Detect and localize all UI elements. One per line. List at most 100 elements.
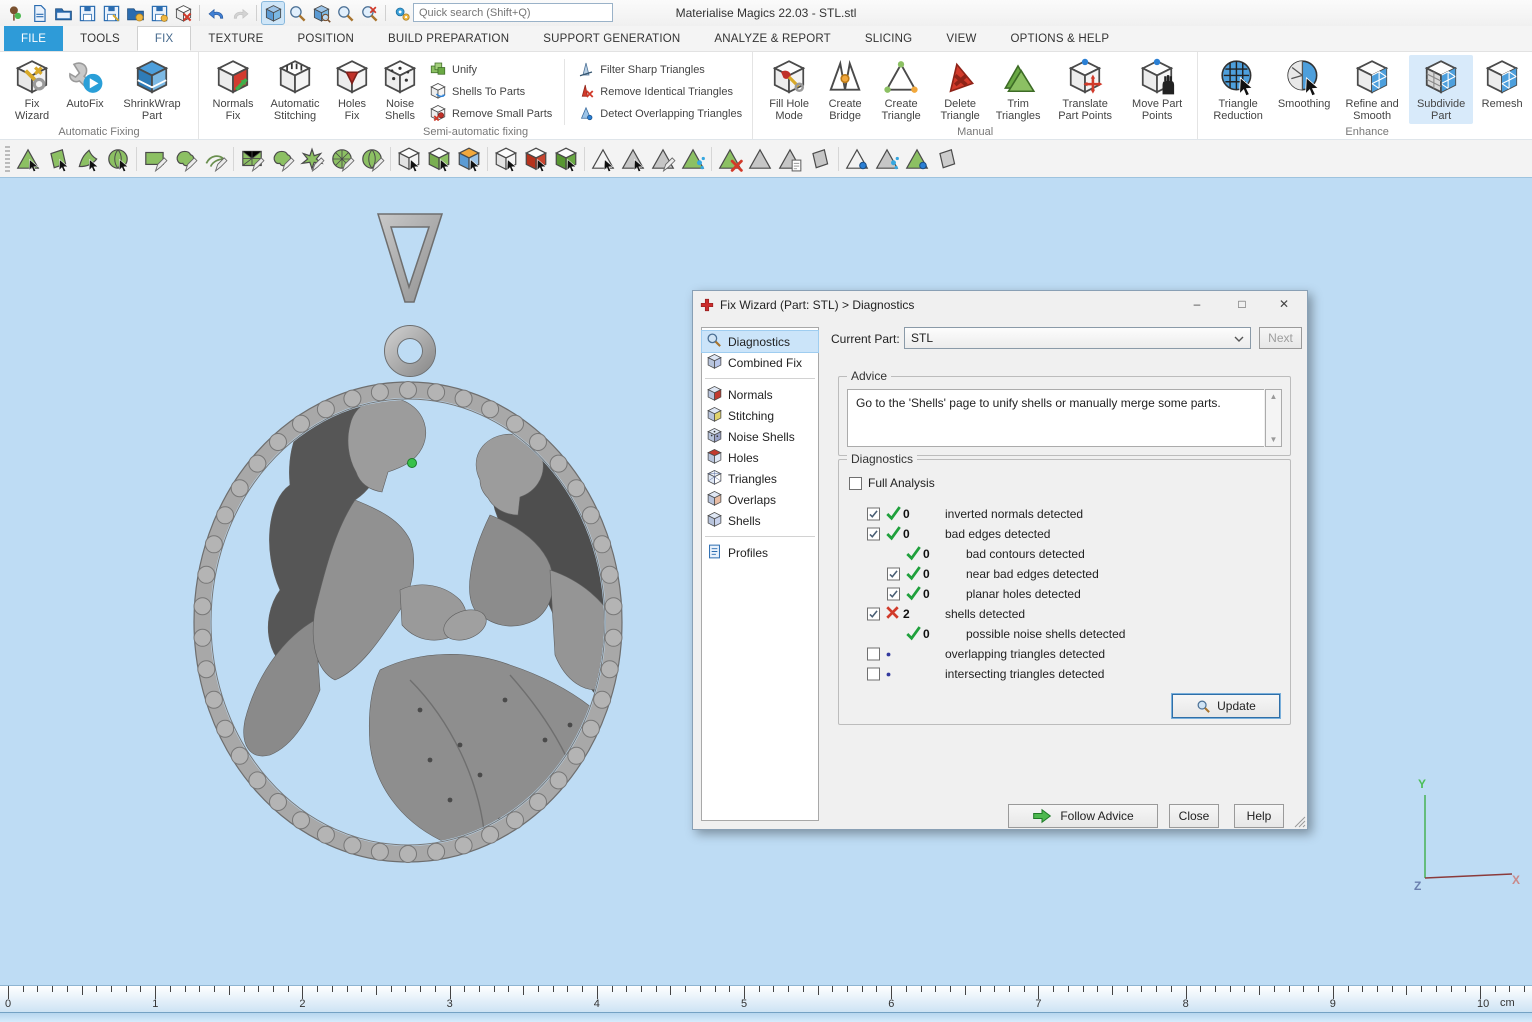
triangle-blue-dot-icon[interactable] [902, 144, 932, 174]
diagnostic-checkbox[interactable] [867, 668, 880, 681]
dialog-help-button[interactable]: Help [1234, 804, 1284, 828]
star-selection-icon[interactable] [297, 144, 327, 174]
pick-marked-part-icon[interactable] [521, 144, 551, 174]
advice-scrollbar[interactable]: ▲ ▼ [1265, 389, 1282, 447]
tab-view[interactable]: VIEW [929, 26, 993, 51]
zoom-selected-part-icon[interactable] [262, 2, 284, 24]
invert-marked-icon[interactable] [805, 144, 835, 174]
dialog-close-button[interactable]: Close [1169, 804, 1219, 828]
import-part-icon[interactable] [4, 2, 26, 24]
tab-build-preparation[interactable]: BUILD PREPARATION [371, 26, 526, 51]
scroll-down-icon[interactable]: ▼ [1270, 433, 1278, 446]
next-button[interactable]: Next [1259, 327, 1302, 349]
ribbon-item-move-part-points[interactable]: Move Part Points [1124, 55, 1190, 124]
ribbon-item-refine-and-smooth[interactable]: Refine and Smooth [1337, 55, 1407, 124]
redo-icon[interactable] [229, 2, 251, 24]
minimize-button[interactable]: – [1182, 295, 1212, 314]
dialog-titlebar[interactable]: Fix Wizard (Part: STL) > Diagnostics – □… [693, 291, 1307, 318]
mark-surface-grey-icon[interactable] [648, 144, 678, 174]
sidebar-item-diagnostics[interactable]: Diagnostics [702, 331, 818, 352]
diagnostic-checkbox[interactable] [887, 568, 900, 581]
diagnostic-checkbox[interactable] [887, 588, 900, 601]
wheel-selection-icon[interactable] [327, 144, 357, 174]
diagnostic-checkbox[interactable] [867, 608, 880, 621]
sidebar-item-stitching[interactable]: Stitching [702, 405, 818, 426]
ribbon-item-remesh[interactable]: Remesh [1475, 55, 1529, 112]
ribbon-item-unify[interactable]: Unify [425, 59, 556, 81]
diagnostic-checkbox[interactable] [867, 648, 880, 661]
pick-green-part-icon[interactable] [551, 144, 581, 174]
sphere-selection-icon[interactable] [357, 144, 387, 174]
ribbon-item-automatic-stitching[interactable]: Automatic Stitching [262, 55, 328, 124]
tab-position[interactable]: POSITION [280, 26, 371, 51]
ribbon-item-fill-hole-mode[interactable]: Fill Hole Mode [760, 55, 818, 124]
tab-fix[interactable]: FIX [137, 26, 192, 51]
undo-icon[interactable] [205, 2, 227, 24]
ribbon-item-filter-sharp-triangles[interactable]: Filter Sharp Triangles [573, 59, 746, 81]
ribbon-item-create-triangle[interactable]: Create Triangle [872, 55, 930, 124]
ribbon-item-remove-small-parts[interactable]: Remove Small Parts [425, 103, 556, 125]
ribbon-item-detect-overlapping-triangles[interactable]: Detect Overlapping Triangles [573, 103, 746, 125]
triangle-lasso-icon[interactable] [842, 144, 872, 174]
triangle-splash-icon[interactable] [872, 144, 902, 174]
toolstrip-grip[interactable] [5, 146, 10, 172]
pick-part-icon[interactable] [491, 144, 521, 174]
ribbon-item-create-bridge[interactable]: Create Bridge [820, 55, 870, 124]
follow-advice-button[interactable]: Follow Advice [1008, 804, 1158, 828]
ribbon-item-holes-fix[interactable]: Holes Fix [330, 55, 374, 124]
ribbon-item-remove-identical-triangles[interactable]: Remove Identical Triangles [573, 81, 746, 103]
current-part-combobox[interactable]: STL [904, 327, 1251, 349]
ribbon-item-shrinkwrap-part[interactable]: ShrinkWrap Part [113, 55, 191, 124]
select-part-white-icon[interactable] [394, 144, 424, 174]
ribbon-item-triangle-reduction[interactable]: Triangle Reduction [1205, 55, 1271, 124]
mark-triangle-outline-icon[interactable] [588, 144, 618, 174]
tab-support-generation[interactable]: SUPPORT GENERATION [526, 26, 697, 51]
rectangle-selection-icon[interactable] [140, 144, 170, 174]
unload-part-icon[interactable] [172, 2, 194, 24]
ribbon-item-trim-triangles[interactable]: Trim Triangles [990, 55, 1046, 124]
sidebar-item-holes[interactable]: Holes [702, 447, 818, 468]
new-project-icon[interactable] [28, 2, 50, 24]
save-as-icon[interactable] [100, 2, 122, 24]
quick-search-input[interactable] [413, 3, 613, 22]
select-plane-icon[interactable] [43, 144, 73, 174]
freeform-selection-icon[interactable] [200, 144, 230, 174]
zoom-in-icon[interactable] [334, 2, 356, 24]
tab-tools[interactable]: TOOLS [63, 26, 137, 51]
brush-selection-icon[interactable] [267, 144, 297, 174]
tab-texture[interactable]: TEXTURE [191, 26, 280, 51]
window-triangles-selection-icon[interactable] [237, 144, 267, 174]
full-analysis-checkbox[interactable] [849, 477, 862, 490]
maximize-button[interactable]: □ [1227, 295, 1257, 314]
tab-options-help[interactable]: OPTIONS & HELP [994, 26, 1127, 51]
open-file-icon[interactable] [52, 2, 74, 24]
tab-analyze-report[interactable]: ANALYZE & REPORT [697, 26, 848, 51]
select-shell-icon[interactable] [103, 144, 133, 174]
tab-file[interactable]: FILE [4, 26, 63, 51]
ribbon-item-fix-wizard[interactable]: Fix Wizard [7, 55, 57, 124]
load-project-icon[interactable] [124, 2, 146, 24]
diagnostic-checkbox[interactable] [867, 528, 880, 541]
marked-triangles-info-icon[interactable] [775, 144, 805, 174]
resize-grip[interactable] [1294, 816, 1306, 828]
sidebar-item-noise-shells[interactable]: Noise Shells [702, 426, 818, 447]
viewport-3d[interactable]: Y X Z Fix Wizard (Part: STL) > Diagnosti… [0, 178, 1532, 985]
ribbon-item-smoothing[interactable]: Smoothing [1273, 55, 1335, 112]
ribbon-item-autofix[interactable]: AutoFix [59, 55, 111, 112]
save-icon[interactable] [76, 2, 98, 24]
unzoom-icon[interactable] [358, 2, 380, 24]
tab-slicing[interactable]: SLICING [848, 26, 929, 51]
delete-marked-triangles-icon[interactable] [715, 144, 745, 174]
sidebar-item-profiles[interactable]: Profiles [702, 542, 818, 563]
zoom-part-icon[interactable] [310, 2, 332, 24]
close-button[interactable]: ✕ [1269, 295, 1299, 314]
select-part-colored-icon[interactable] [454, 144, 484, 174]
ribbon-item-shells-to-parts[interactable]: Shells To Parts [425, 81, 556, 103]
update-button[interactable]: Update [1172, 694, 1280, 718]
diagnostic-checkbox[interactable] [867, 508, 880, 521]
ribbon-item-noise-shells[interactable]: Noise Shells [376, 55, 424, 124]
select-part-green-icon[interactable] [424, 144, 454, 174]
sidebar-item-shells[interactable]: Shells [702, 510, 818, 531]
mark-shell-green-icon[interactable] [678, 144, 708, 174]
sidebar-item-normals[interactable]: Normals [702, 384, 818, 405]
